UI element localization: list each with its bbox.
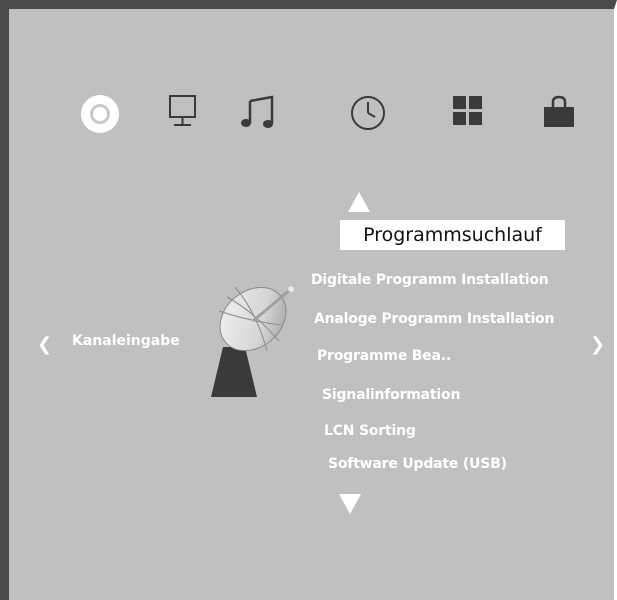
selected-menu-title[interactable]: Programmsuchlauf <box>340 220 565 250</box>
menu-item-signal-information[interactable]: Signalinformation <box>322 387 460 403</box>
scroll-up-arrow-icon[interactable] <box>347 191 371 218</box>
menu-item-lcn-sorting[interactable]: LCN Sorting <box>324 423 416 439</box>
scroll-down-arrow-icon[interactable] <box>338 493 362 520</box>
monitor-icon[interactable] <box>167 94 199 137</box>
bag-icon[interactable] <box>541 95 577 134</box>
previous-arrow-icon[interactable]: ❮ <box>37 334 52 355</box>
channel-input-label[interactable]: Kanaleingabe <box>72 333 180 349</box>
next-arrow-icon[interactable]: ❯ <box>590 334 605 355</box>
grid-icon[interactable] <box>452 95 484 132</box>
tv-menu-screen: Programmsuchlauf ❮ Kanaleingabe ❯ Digita… <box>0 0 617 600</box>
menu-item-digital-installation[interactable]: Digitale Programm Installation <box>311 272 549 288</box>
disc-icon[interactable] <box>80 94 120 139</box>
music-note-icon[interactable] <box>239 93 279 138</box>
menu-item-analog-installation[interactable]: Analoge Programm Installation <box>314 311 554 327</box>
menu-item-software-update[interactable]: Software Update (USB) <box>328 456 507 472</box>
satellite-dish-icon <box>205 271 305 408</box>
menu-item-edit-programs[interactable]: Programme Bea.. <box>317 348 451 364</box>
clock-icon[interactable] <box>348 93 388 138</box>
